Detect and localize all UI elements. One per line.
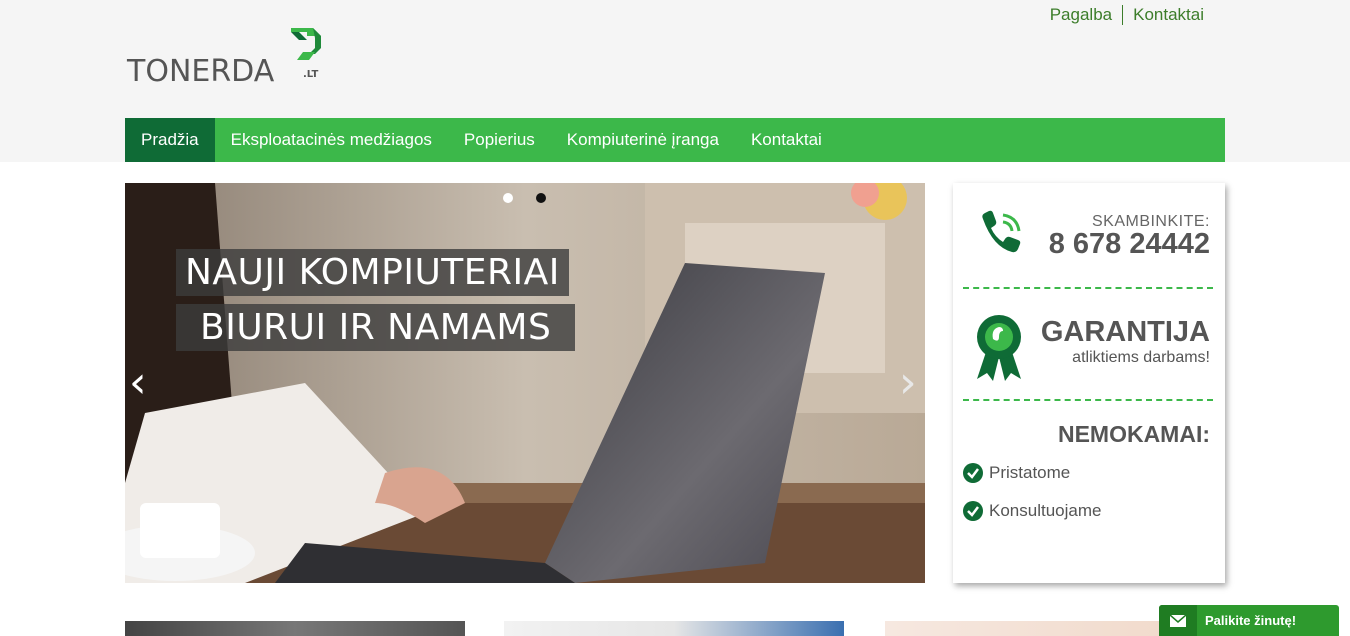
check-icon [963, 463, 983, 483]
free-item-label: Konsultuojame [989, 501, 1102, 520]
nav-item-contacts[interactable]: Kontaktai [735, 118, 838, 162]
top-links: Pagalba Kontaktai [1040, 5, 1214, 25]
hero-slider[interactable]: NAUJI KOMPIUTERIAI BIURUI IR NAMAMS ‹ › [125, 183, 925, 583]
award-ribbon-icon [977, 315, 1021, 381]
nav-item-paper[interactable]: Popierius [448, 118, 551, 162]
slider-dot-1[interactable] [503, 193, 513, 203]
envelope-icon [1159, 605, 1197, 636]
guarantee-subtitle: atliktiems darbams! [1072, 349, 1210, 366]
category-thumb-1[interactable] [125, 621, 465, 636]
main-nav: Pradžia Eksploatacinės medžiagos Popieri… [125, 118, 1225, 162]
category-thumb-2[interactable] [504, 621, 844, 636]
leave-message-button[interactable]: Palikite žinutę! [1159, 605, 1339, 636]
phone-number[interactable]: 8 678 24442 [1049, 228, 1210, 261]
divider-1 [963, 287, 1213, 289]
slider-next-arrow[interactable]: › [899, 361, 917, 405]
leave-message-label: Palikite žinutę! [1205, 613, 1297, 628]
logo-suffix: .LT [303, 69, 319, 80]
slide-caption-line2: BIURUI IR NAMAMS [176, 304, 576, 351]
check-icon [963, 501, 983, 521]
phone-icon [982, 210, 1021, 253]
free-item-consult: Konsultuojame [963, 501, 1101, 521]
hero-photo [125, 183, 925, 583]
free-item-delivery: Pristatome [963, 463, 1070, 483]
free-item-label: Pristatome [989, 463, 1071, 482]
free-title: NEMOKAMAI: [1057, 421, 1210, 447]
divider-2 [963, 399, 1213, 401]
top-link-contacts[interactable]: Kontaktai [1122, 5, 1214, 25]
guarantee-title: GARANTIJA [1040, 316, 1210, 348]
slider-prev-arrow[interactable]: ‹ [129, 361, 147, 405]
logo-text: TONERDA [127, 54, 275, 89]
site-logo[interactable]: TONERDA .LT [127, 26, 327, 89]
nav-item-supplies[interactable]: Eksploatacinės medžiagos [215, 118, 448, 162]
nav-item-hardware[interactable]: Kompiuterinė įranga [551, 118, 735, 162]
slide-caption-line1: NAUJI KOMPIUTERIAI [176, 249, 569, 296]
info-panel: SKAMBINKITE: 8 678 24442 GARANTIJA atlik… [953, 183, 1225, 583]
nav-item-home[interactable]: Pradžia [125, 118, 215, 162]
slider-dot-2[interactable] [536, 193, 546, 203]
top-link-help[interactable]: Pagalba [1040, 5, 1122, 25]
logo-mark-icon [291, 28, 321, 60]
